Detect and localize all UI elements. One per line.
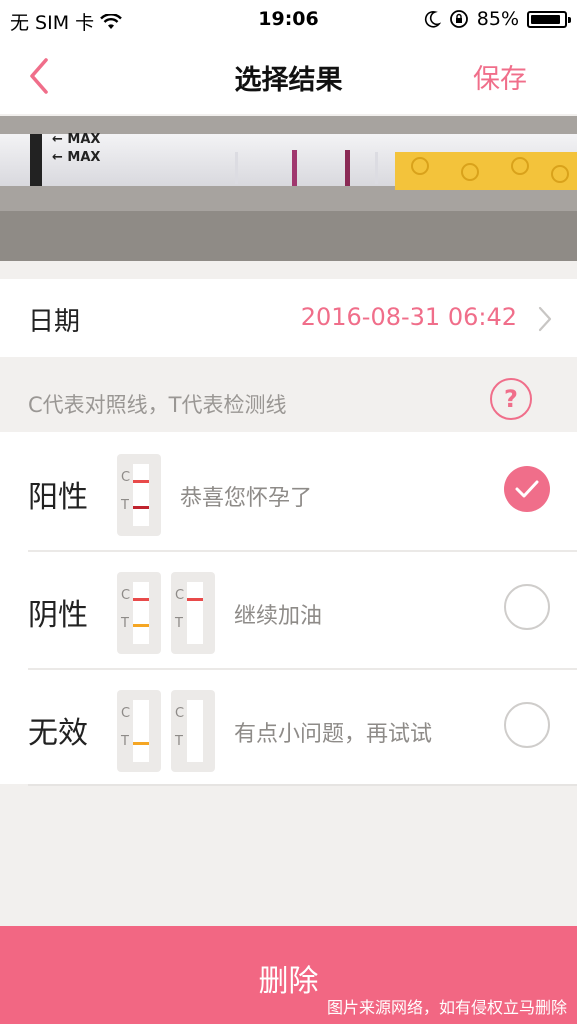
status-bar: 无 SIM 卡 19:06 85% [0, 0, 577, 38]
test-line [133, 624, 149, 627]
rotation-lock-icon [449, 10, 468, 28]
date-row[interactable]: 日期 2016-08-31 06:42 [0, 279, 577, 357]
strip-c-letter: C [175, 706, 185, 721]
delete-button[interactable]: 删除 图片来源网络，如有侵权立马删除 [0, 926, 577, 1024]
help-symbol: ? [504, 385, 518, 413]
strip-c-letter: C [121, 706, 131, 721]
max-label-2: ← MAX [52, 150, 101, 165]
strip-t-letter: T [121, 498, 129, 513]
status-right: 85% [423, 8, 571, 30]
battery-percent: 85% [476, 8, 519, 30]
strip-c-letter: C [175, 588, 185, 603]
strip-t-letter: T [121, 734, 129, 749]
help-icon[interactable]: ? [490, 378, 532, 420]
strip-t-letter: T [175, 616, 183, 631]
radio-unchecked[interactable] [504, 702, 550, 748]
strip-t-letter: T [175, 734, 183, 749]
option-negative[interactable]: 阴性 C T C T 继续加油 [0, 550, 577, 670]
result-options: 阳性 C T 恭喜您怀孕了 阴性 C T C T 继续加油 无效 C T C T… [0, 432, 577, 784]
save-button[interactable]: 保存 [473, 57, 527, 96]
chevron-right-icon [538, 306, 552, 332]
option-desc: 有点小问题，再试试 [234, 722, 433, 747]
option-desc: 恭喜您怀孕了 [180, 486, 313, 511]
moon-icon [424, 10, 441, 28]
option-invalid[interactable]: 无效 C T C T 有点小问题，再试试 [0, 668, 577, 784]
strip-t-letter: T [121, 616, 129, 631]
strip-c-letter: C [121, 470, 131, 485]
strip-icon-invalid-1: C T [117, 690, 161, 772]
strip-icon-negative-2: C T [171, 572, 215, 654]
radio-unchecked[interactable] [504, 584, 550, 630]
nav-bar: 选择结果 保存 [0, 38, 577, 114]
max-label-1: ← MAX [52, 132, 101, 147]
control-line [133, 480, 149, 483]
option-label: 无效 [28, 716, 88, 751]
option-positive[interactable]: 阳性 C T 恭喜您怀孕了 [0, 432, 577, 552]
date-value: 2016-08-31 06:42 [300, 303, 517, 331]
control-line [133, 598, 149, 601]
option-label: 阴性 [28, 598, 88, 633]
option-desc: 继续加油 [234, 604, 323, 629]
strip-icon-negative-1: C T [117, 572, 161, 654]
option-label: 阳性 [28, 480, 88, 515]
strip-c-letter: C [121, 588, 131, 603]
strip-icon-invalid-2: C T [171, 690, 215, 772]
radio-checked[interactable] [504, 466, 550, 512]
watermark-text: 图片来源网络，如有侵权立马删除 [326, 998, 567, 1017]
control-line [187, 598, 203, 601]
hint-text: C代表对照线，T代表检测线 [28, 393, 287, 417]
battery-icon [527, 10, 571, 28]
test-line [133, 742, 149, 745]
strip-icon-positive: C T [117, 454, 161, 536]
test-strip-photo: ← MAX ← MAX [0, 116, 577, 261]
divider [28, 784, 577, 786]
checkmark-icon [515, 480, 539, 498]
date-label: 日期 [28, 307, 81, 337]
test-line [133, 506, 149, 509]
